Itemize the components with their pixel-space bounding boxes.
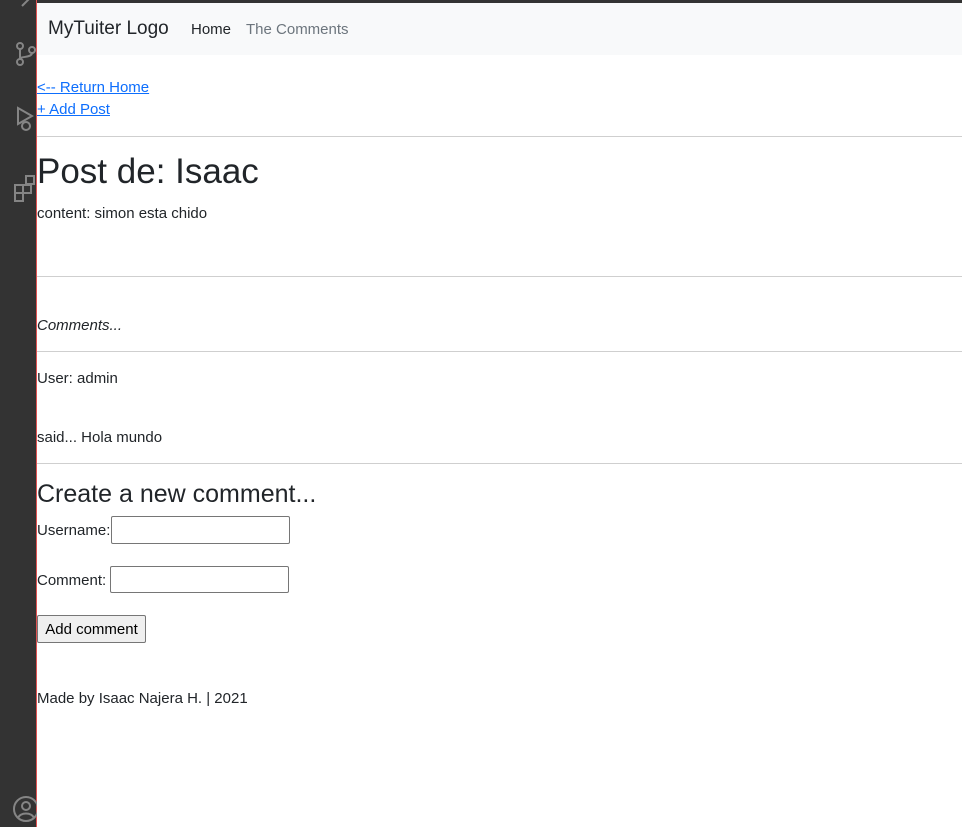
navbar: MyTuiter Logo Home The Comments	[37, 3, 962, 55]
brand-logo[interactable]: MyTuiter Logo	[48, 18, 169, 40]
comment-text: said... Hola mundo	[37, 429, 163, 446]
debug-icon[interactable]	[12, 104, 40, 132]
post-content: content: simon esta chido	[37, 205, 208, 222]
account-icon[interactable]	[12, 795, 40, 823]
extensions-icon[interactable]	[12, 174, 40, 202]
username-input[interactable]	[111, 516, 290, 544]
footer-text: Made by Isaac Najera H. | 2021	[37, 690, 248, 707]
nav-link-home[interactable]: Home	[191, 21, 231, 38]
divider	[37, 351, 962, 352]
comment-label: Comment:	[37, 572, 107, 589]
add-post-link[interactable]: + Add Post	[37, 101, 110, 118]
return-home-link[interactable]: <-- Return Home	[37, 79, 149, 96]
post-title: Post de: Isaac	[37, 152, 259, 191]
comment-input[interactable]	[110, 566, 289, 593]
comments-heading: Comments...	[37, 317, 123, 334]
chevron-icon[interactable]	[12, 0, 40, 12]
create-comment-title: Create a new comment...	[37, 480, 317, 508]
add-comment-button[interactable]: Add comment	[37, 615, 146, 643]
divider	[37, 136, 962, 137]
nav-link-comments[interactable]: The Comments	[246, 21, 349, 38]
source-control-icon[interactable]	[12, 40, 40, 68]
comment-user: User: admin	[37, 370, 118, 387]
divider	[37, 463, 962, 464]
divider	[37, 276, 962, 277]
browser-page: MyTuiter Logo Home The Comments <-- Retu…	[37, 0, 962, 827]
editor-activity-bar	[0, 0, 40, 827]
username-label: Username:	[37, 522, 111, 539]
